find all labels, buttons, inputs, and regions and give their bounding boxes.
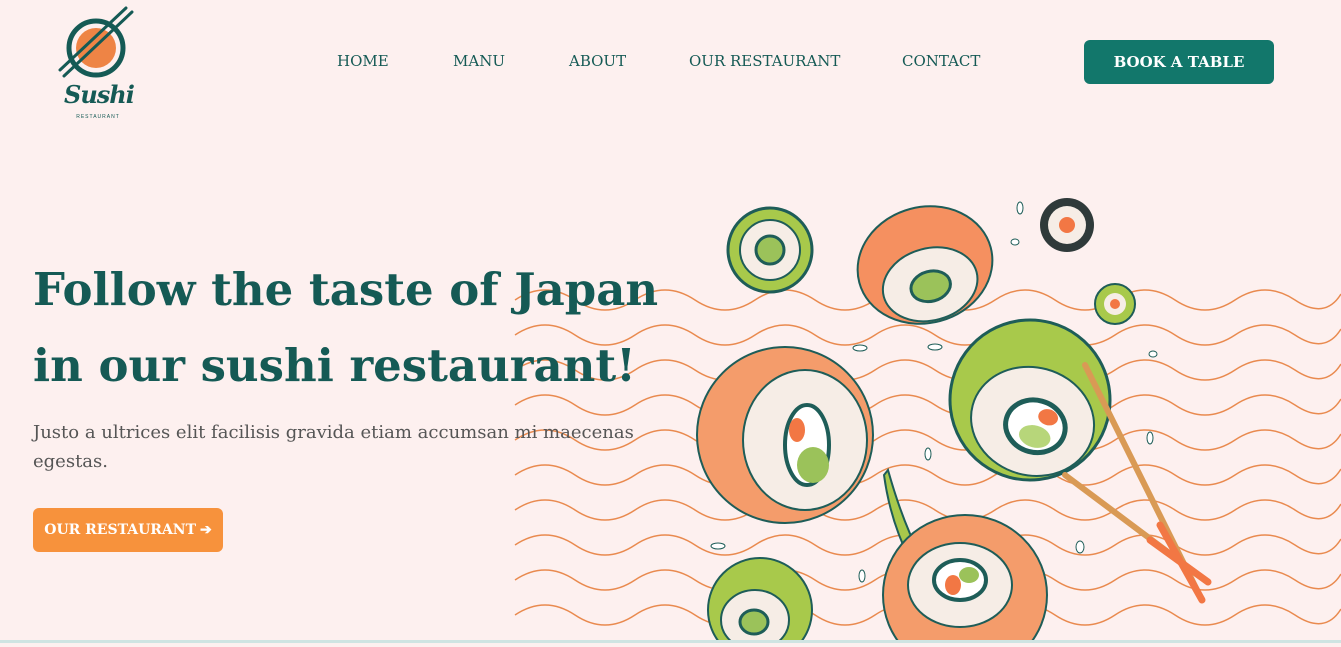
nav-item-about[interactable]: ABOUT [569,52,626,70]
nav-item-menu[interactable]: MANU [453,52,505,70]
hero-description: Justo a ultrices elit facilisis gravida … [33,422,634,472]
nav-item-contact[interactable]: CONTACT [902,52,980,70]
logo-wordmark: Sushi [64,80,135,109]
logo-tagline: RESTAURANT [76,114,120,120]
book-a-table-button[interactable]: BOOK A TABLE [1084,40,1274,84]
sushi-logo[interactable]: Sushi RESTAURANT [56,6,140,122]
hero-title-line-1: Follow the taste of Japan [33,263,659,316]
our-restaurant-button[interactable]: OUR RESTAURANT ➔ [33,508,223,552]
nav-item-home[interactable]: HOME [337,52,389,70]
nav-item-our-restaurant[interactable]: OUR RESTAURANT [689,52,840,70]
sushi-bowl-icon [58,6,134,78]
hero-title: Follow the taste of Japan in our sushi r… [33,252,658,404]
our-restaurant-button-label: OUR RESTAURANT [44,522,197,538]
arrow-right-icon: ➔ [200,522,212,538]
hero-title-line-2: in our sushi restaurant! [33,339,636,392]
sushi-rolls-illustration [500,180,1341,647]
